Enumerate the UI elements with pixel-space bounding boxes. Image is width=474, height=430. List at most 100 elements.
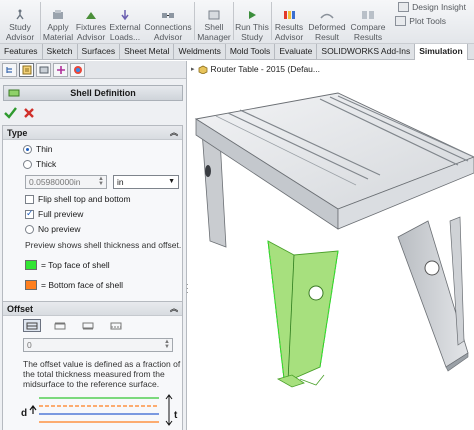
run-icon: [249, 11, 256, 19]
middle-surface-button[interactable]: [23, 319, 41, 332]
tab-mold-tools[interactable]: Mold Tools: [226, 44, 276, 60]
flip-shell-checkbox[interactable]: [25, 194, 34, 204]
display-manager-tab[interactable]: [70, 62, 85, 77]
ok-cancel-bar: [4, 105, 182, 121]
tab-surfaces[interactable]: Surfaces: [78, 44, 121, 60]
apply-material-label1: Apply: [47, 22, 69, 32]
thickness-spinner-icon[interactable]: ▲ ▼: [97, 176, 105, 187]
ok-check-icon[interactable]: [4, 107, 17, 119]
tab-sheet-metal[interactable]: Sheet Metal: [120, 44, 175, 60]
no-preview-option[interactable]: No preview: [25, 224, 81, 234]
collapse-chevron-icon[interactable]: ︽: [170, 303, 178, 314]
full-preview-option[interactable]: Full preview: [25, 208, 84, 219]
tab-features[interactable]: Features: [0, 44, 43, 60]
thick-radio[interactable]: [23, 159, 32, 169]
specify-ratio-button[interactable]: [107, 319, 125, 332]
dimxpert-tab[interactable]: [53, 62, 68, 77]
offset-note-line3: midsurface to the reference surface.: [23, 379, 160, 389]
fixtures-advisor-button[interactable]: Fixtures Advisor: [76, 0, 106, 43]
thin-radio[interactable]: [23, 144, 32, 154]
study-advisor-label2: Advisor: [5, 32, 35, 42]
material-icon: [53, 10, 63, 19]
feature-manager-tab[interactable]: [2, 62, 17, 77]
shell-definition-title: Shell Definition: [70, 88, 136, 98]
external-loads-button[interactable]: External Loads...: [108, 0, 142, 43]
configuration-manager-tab[interactable]: [36, 62, 51, 77]
run-study-button[interactable]: Run This Study: [235, 0, 269, 43]
thickness-input[interactable]: 0.05980000in ▲ ▼: [25, 175, 107, 189]
results-icon: [284, 11, 295, 19]
fixtures-advisor-label2: Advisor: [76, 32, 106, 42]
run-study-label1: Run This: [235, 22, 269, 32]
bottom-surface-icon: [82, 322, 94, 329]
deformed-result-label1: Deformed: [308, 22, 346, 32]
results-advisor-label1: Results: [274, 22, 304, 32]
compare-results-label1: Compare: [350, 22, 386, 32]
design-insight-icon: [398, 2, 410, 12]
apply-material-button[interactable]: Apply Material: [42, 0, 74, 43]
offset-group-title: Offset: [7, 303, 34, 314]
tab-simulation[interactable]: Simulation: [415, 44, 468, 60]
tab-weldments[interactable]: Weldments: [174, 44, 226, 60]
shell-manager-label2: Manager: [197, 32, 231, 42]
collapse-chevron-icon[interactable]: ︽: [170, 127, 178, 138]
selected-front-leg[interactable]: [267, 240, 339, 382]
property-manager-tab[interactable]: [19, 62, 34, 77]
top-face-label: = Top face of shell: [41, 260, 110, 270]
type-group-title: Type: [7, 127, 28, 138]
offset-value-input[interactable]: 0 ▲ ▼: [23, 338, 173, 352]
top-face-legend: = Top face of shell: [25, 260, 110, 270]
deformed-icon: [320, 13, 334, 19]
tab-solidworks-add-ins[interactable]: SOLIDWORKS Add-Ins: [317, 44, 416, 60]
shell-manager-button[interactable]: Shell Manager: [197, 0, 231, 43]
study-advisor-button[interactable]: Study Advisor: [2, 0, 38, 43]
run-study-label2: Study: [241, 32, 263, 42]
command-manager-tabs: Features Sketch Surfaces Sheet Metal Wel…: [0, 44, 474, 60]
connections-advisor-label2: Advisor: [153, 32, 183, 42]
display-manager-icon: [73, 65, 82, 74]
load-arrow-icon: [121, 10, 129, 21]
compare-results-button[interactable]: Compare Results: [350, 0, 386, 43]
fixture-icon: [86, 12, 96, 19]
plot-tools-button[interactable]: Plot Tools: [395, 16, 446, 26]
full-preview-label: Full preview: [38, 209, 84, 219]
connections-advisor-button[interactable]: Connections Advisor: [144, 0, 192, 43]
flip-shell-label: Flip shell top and bottom: [38, 194, 131, 204]
no-preview-label: No preview: [38, 224, 81, 234]
no-preview-radio[interactable]: [25, 224, 34, 234]
offset-spinner-icon[interactable]: ▲ ▼: [163, 339, 171, 350]
property-manager-icon: [22, 65, 31, 74]
results-advisor-button[interactable]: Results Advisor: [274, 0, 304, 43]
offset-note-line1: The offset value is defined as a fractio…: [23, 359, 181, 369]
router-table-model[interactable]: [188, 61, 474, 430]
study-advisor-label1: Study: [9, 22, 31, 32]
design-insight-button[interactable]: Design Insight: [398, 2, 466, 12]
deformed-result-button[interactable]: Deformed Result: [306, 0, 348, 43]
thickness-value: 0.05980000in: [29, 177, 81, 187]
plot-tools-icon: [395, 16, 407, 26]
external-loads-label1: External: [109, 22, 141, 32]
unit-value: in: [117, 177, 124, 187]
flip-shell-option[interactable]: Flip shell top and bottom: [25, 194, 131, 204]
feature-tree-icon: [5, 66, 12, 73]
study-advisor-icon: [16, 9, 24, 20]
bottom-face-legend: = Bottom face of shell: [25, 280, 123, 290]
cancel-x-icon[interactable]: [23, 107, 35, 119]
tab-sketch[interactable]: Sketch: [43, 44, 78, 60]
unit-select[interactable]: in ▼: [113, 175, 179, 189]
shell-definition-header: Shell Definition: [3, 85, 183, 101]
thin-option[interactable]: Thin: [23, 144, 53, 154]
offset-value: 0: [27, 340, 32, 350]
tab-evaluate[interactable]: Evaluate: [275, 44, 318, 60]
connections-advisor-label1: Connections: [144, 22, 192, 32]
offset-group-header[interactable]: Offset ︽: [3, 302, 182, 316]
top-surface-button[interactable]: [51, 319, 69, 332]
thick-option[interactable]: Thick: [23, 159, 56, 169]
offset-group: Offset ︽ 0 ▲ ▼ The offset value is define…: [2, 301, 183, 430]
type-group-header[interactable]: Type ︽: [3, 126, 182, 140]
full-preview-checkbox[interactable]: [25, 208, 34, 219]
graphics-viewport[interactable]: ▸ Router Table - 2015 (Defau...: [188, 61, 474, 430]
ribbon-separator: [233, 2, 234, 40]
bottom-surface-button[interactable]: [79, 319, 97, 332]
offset-note-line2: the total thickness measured from the: [23, 369, 165, 379]
